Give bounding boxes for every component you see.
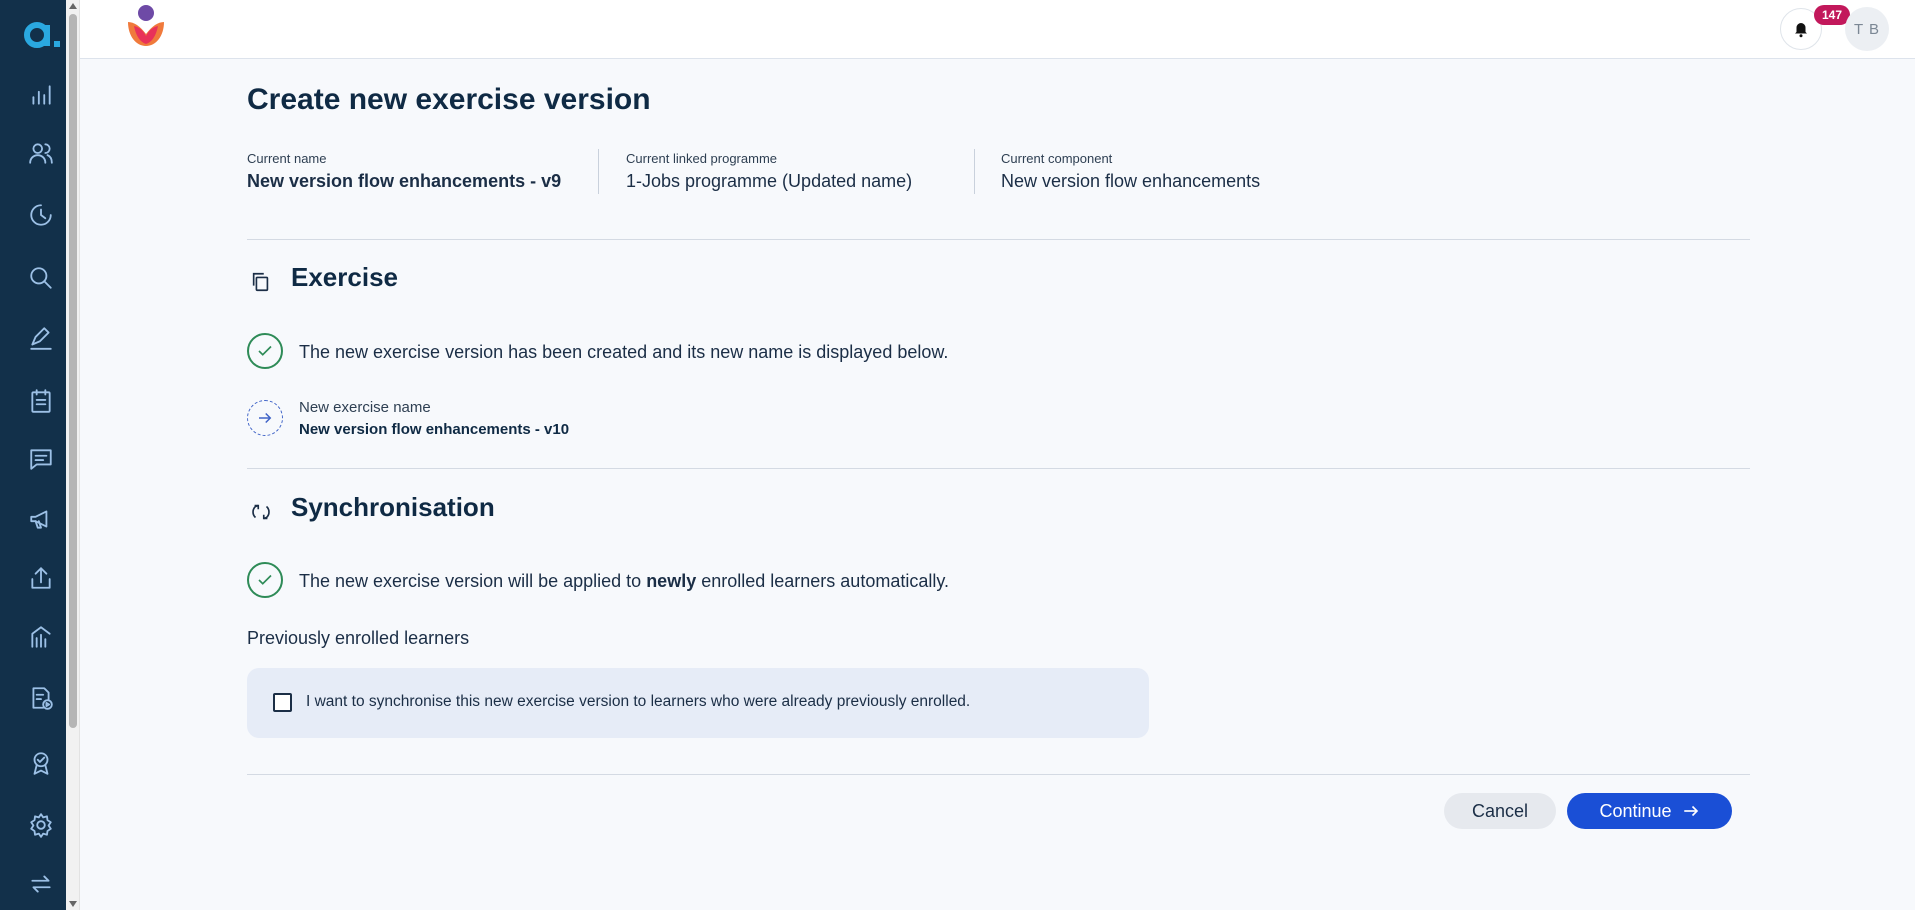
scroll-up-arrow-icon[interactable] [69, 3, 77, 9]
pen-icon[interactable] [24, 321, 58, 355]
scroll-down-arrow-icon[interactable] [69, 901, 77, 907]
upload-icon[interactable] [24, 561, 58, 595]
sync-section-title: Synchronisation [291, 492, 495, 522]
current-component-value: New version flow enhancements [1001, 171, 1261, 191]
divider [247, 774, 1750, 775]
new-exercise-name-value: New version flow enhancements - v10 [299, 421, 570, 438]
arrow-right-icon [1683, 805, 1698, 817]
divider [247, 468, 1750, 469]
check-circle-icon [247, 333, 283, 369]
scrollbar[interactable] [66, 0, 80, 910]
divider [247, 239, 1750, 240]
sync-auto-text-after: enrolled learners automatically. [696, 571, 950, 591]
copy-icon [249, 270, 273, 294]
sync-auto-text-bold: newly [646, 571, 697, 591]
current-name-value: New version flow enhancements - v9 [247, 171, 562, 191]
divider [974, 149, 975, 194]
continue-button-label: Continue [1599, 800, 1672, 821]
notification-badge: 147 [1814, 5, 1850, 25]
continue-button[interactable]: Continue [1567, 793, 1732, 829]
document-play-icon[interactable] [24, 681, 58, 715]
page-title: Create new exercise version [247, 83, 651, 116]
bell-icon [1795, 23, 1807, 38]
current-programme-value: 1-Jobs programme (Updated name) [626, 171, 913, 191]
sync-auto-text: The new exercise version will be applied… [299, 571, 949, 592]
scroll-thumb[interactable] [69, 14, 77, 728]
clock-icon[interactable] [24, 198, 58, 232]
analytics-icon[interactable] [24, 78, 58, 112]
search-icon[interactable] [24, 261, 58, 295]
current-name: Current name New version flow enhancemen… [247, 151, 561, 192]
sync-icon [249, 500, 273, 524]
current-name-label: Current name [247, 151, 327, 166]
current-programme: Current linked programme 1-Jobs programm… [626, 151, 912, 192]
switch-icon[interactable] [24, 867, 58, 901]
exercise-created-text: The new exercise version has been create… [299, 342, 949, 362]
current-programme-label: Current linked programme [626, 151, 778, 166]
exercise-section-title: Exercise [291, 262, 398, 292]
megaphone-icon[interactable] [24, 502, 58, 536]
cancel-button[interactable]: Cancel [1444, 793, 1556, 829]
sync-auto-text-before: The new exercise version will be applied… [299, 571, 647, 591]
award-icon[interactable] [24, 746, 58, 780]
report-icon[interactable] [24, 620, 58, 654]
current-component: Current component New version flow enhan… [1001, 151, 1260, 192]
arrow-right-icon [247, 400, 283, 436]
brand-logo[interactable] [120, 2, 172, 54]
sync-checkbox-label[interactable]: I want to synchronise this new exercise … [306, 693, 970, 711]
current-component-label: Current component [1001, 151, 1113, 166]
sidebar [0, 0, 66, 910]
avatar[interactable]: T B [1845, 7, 1889, 51]
top-bar: 147 T B [80, 0, 1915, 59]
app-logo[interactable] [20, 10, 64, 56]
check-circle-icon [247, 562, 283, 598]
divider [598, 149, 599, 194]
sync-checkbox[interactable] [273, 693, 292, 712]
previously-enrolled-label: Previously enrolled learners [247, 628, 470, 648]
sync-option-box[interactable]: I want to synchronise this new exercise … [247, 668, 1149, 738]
clipboard-icon[interactable] [24, 384, 58, 418]
new-exercise-name-label: New exercise name [299, 399, 431, 416]
gear-icon[interactable] [24, 808, 58, 842]
chat-icon[interactable] [24, 442, 58, 476]
users-icon[interactable] [24, 136, 58, 170]
